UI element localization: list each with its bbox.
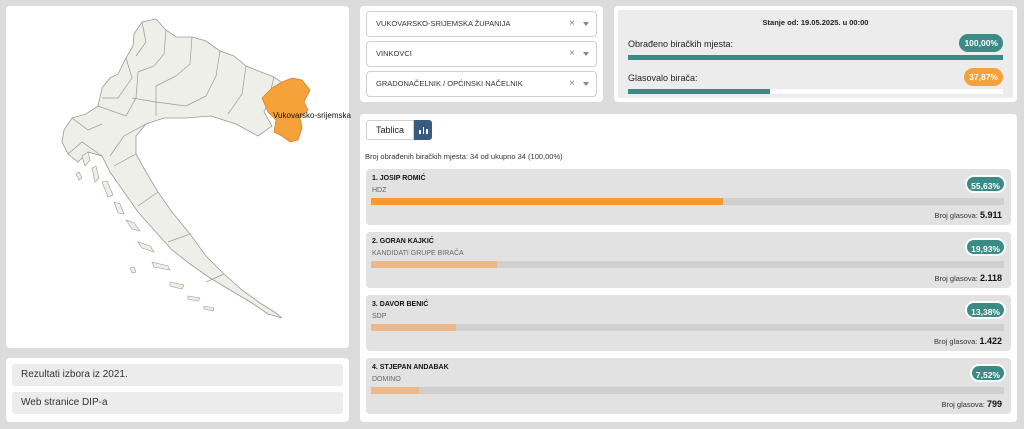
city-clear-icon[interactable]: × bbox=[569, 42, 575, 66]
city-select-value: VINKOVCI bbox=[376, 49, 412, 58]
turnout-progress-track bbox=[628, 89, 1003, 94]
election-type-select[interactable]: GRADONAČELNIK / OPĆINSKI NAČELNIK × bbox=[366, 71, 597, 97]
candidate-party: SDP bbox=[372, 313, 387, 320]
votes-value: 2.118 bbox=[979, 273, 1002, 283]
processed-label: Obrađeno biračkih mjesta: bbox=[628, 39, 734, 49]
votes-label: Broj glasova: bbox=[934, 274, 978, 283]
candidate-bar-track bbox=[371, 387, 1004, 394]
processed-stations-text: Broj obrađenih biračkih mjesta: 34 od uk… bbox=[365, 152, 563, 161]
processed-progress-fill bbox=[628, 55, 1003, 60]
candidate-name: 2. GORAN KAJKIĆ bbox=[372, 238, 434, 245]
votes-label: Broj glasova: bbox=[934, 211, 978, 220]
candidate-bar-fill bbox=[371, 261, 498, 268]
candidate-votes: Broj glasova: 799 bbox=[942, 399, 1002, 409]
view-toggle: Tablica bbox=[366, 120, 1011, 140]
votes-value: 799 bbox=[986, 399, 1002, 409]
city-chevron-down-icon[interactable] bbox=[583, 52, 589, 56]
votes-value: 1.422 bbox=[979, 336, 1002, 346]
election-type-select-value: GRADONAČELNIK / OPĆINSKI NAČELNIK bbox=[376, 79, 523, 88]
croatia-map[interactable] bbox=[6, 6, 349, 348]
candidate-votes: Broj glasova: 1.422 bbox=[934, 336, 1002, 346]
map-region-label: Vukovarsko-srijemska bbox=[273, 111, 351, 120]
status-timestamp: Stanje od: 19.05.2025. u 00:00 bbox=[762, 18, 869, 27]
candidate-bar-fill bbox=[371, 387, 419, 394]
dip-website-link[interactable]: Web stranice DIP-a bbox=[12, 392, 343, 414]
chart-view-icon[interactable] bbox=[414, 120, 433, 140]
candidate-card: 3. DAVOR BENIĆ SDP 13,38% Broj glasova: … bbox=[366, 295, 1011, 351]
filters-panel: VUKOVARSKO-SRIJEMSKA ŽUPANIJA × VINKOVCI… bbox=[360, 6, 603, 102]
candidate-votes: Broj glasova: 5.911 bbox=[935, 210, 1002, 220]
candidate-bar-fill bbox=[371, 324, 456, 331]
candidate-votes: Broj glasova: 2.118 bbox=[935, 273, 1002, 283]
candidate-percent-badge: 13,38% bbox=[965, 301, 1006, 319]
county-select-value: VUKOVARSKO-SRIJEMSKA ŽUPANIJA bbox=[376, 19, 511, 28]
processed-stat: Obrađeno biračkih mjesta: 100,00% bbox=[628, 34, 1003, 68]
candidate-card: 2. GORAN KAJKIĆ KANDIDATI GRUPE BIRAČA 1… bbox=[366, 232, 1011, 288]
turnout-badge: 37,87% bbox=[964, 68, 1003, 86]
candidate-percent-badge: 7,52% bbox=[969, 364, 1006, 382]
candidate-party: DOMINO bbox=[372, 376, 401, 383]
processed-progress-track bbox=[628, 55, 1003, 60]
candidate-bar-track bbox=[371, 261, 1004, 268]
candidate-card: 4. STJEPAN ANDABAK DOMINO 7,52% Broj gla… bbox=[366, 358, 1011, 414]
county-select[interactable]: VUKOVARSKO-SRIJEMSKA ŽUPANIJA × bbox=[366, 11, 597, 37]
county-clear-icon[interactable]: × bbox=[569, 12, 575, 36]
election-type-clear-icon[interactable]: × bbox=[569, 72, 575, 96]
votes-label: Broj glasova: bbox=[934, 337, 978, 346]
candidate-bar-track bbox=[371, 324, 1004, 331]
candidate-party: HDZ bbox=[372, 187, 387, 194]
county-chevron-down-icon[interactable] bbox=[583, 22, 589, 26]
candidate-bar-fill bbox=[371, 198, 724, 205]
turnout-stat: Glasovalo birača: 37,87% bbox=[628, 68, 1003, 102]
links-panel: Rezultati izbora iz 2021. Web stranice D… bbox=[6, 358, 349, 422]
table-view-button[interactable]: Tablica bbox=[366, 120, 415, 140]
candidate-name: 1. JOSIP ROMIĆ bbox=[372, 175, 426, 182]
turnout-label: Glasovalo birača: bbox=[628, 73, 698, 83]
candidate-card: 1. JOSIP ROMIĆ HDZ 55,63% Broj glasova: … bbox=[366, 169, 1011, 225]
election-type-chevron-down-icon[interactable] bbox=[583, 82, 589, 86]
votes-value: 5.911 bbox=[979, 210, 1002, 220]
candidate-percent-badge: 19,93% bbox=[965, 238, 1006, 256]
map-panel: Vukovarsko-srijemska bbox=[6, 6, 351, 348]
turnout-progress-fill bbox=[628, 89, 770, 94]
candidate-name: 3. DAVOR BENIĆ bbox=[372, 301, 429, 308]
results-panel: Tablica Broj obrađenih biračkih mjesta: … bbox=[360, 114, 1017, 422]
candidate-party: KANDIDATI GRUPE BIRAČA bbox=[372, 250, 464, 257]
votes-label: Broj glasova: bbox=[941, 400, 985, 409]
candidate-bar-track bbox=[371, 198, 1004, 205]
candidate-name: 4. STJEPAN ANDABAK bbox=[372, 364, 449, 371]
city-select[interactable]: VINKOVCI × bbox=[366, 41, 597, 67]
candidate-percent-badge: 55,63% bbox=[965, 175, 1006, 193]
processed-badge: 100,00% bbox=[959, 34, 1003, 52]
results-2021-link[interactable]: Rezultati izbora iz 2021. bbox=[12, 364, 343, 386]
status-panel: Stanje od: 19.05.2025. u 00:00 Obrađeno … bbox=[614, 6, 1017, 102]
